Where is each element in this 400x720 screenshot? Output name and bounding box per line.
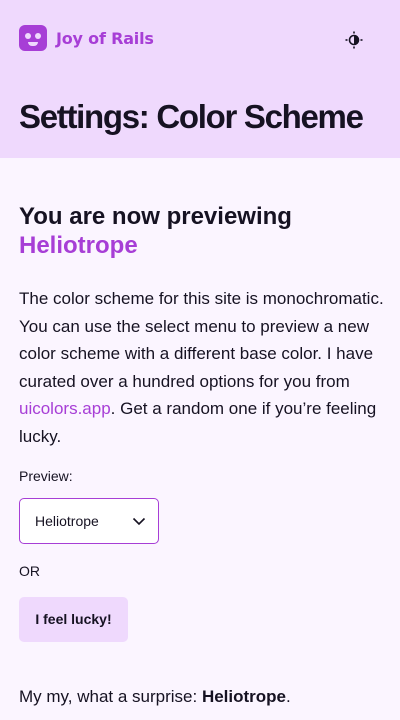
select-value: Heliotrope: [35, 513, 99, 529]
surprise-prefix: My my, what a surprise:: [19, 687, 202, 706]
logo-icon: [19, 25, 47, 51]
surprise-suffix: .: [286, 687, 291, 706]
or-label: OR: [19, 563, 40, 579]
preview-label: Preview:: [19, 468, 73, 484]
contrast-icon[interactable]: [345, 31, 363, 49]
lucky-button[interactable]: I feel lucky!: [19, 597, 128, 642]
uicolors-link[interactable]: uicolors.app: [19, 399, 111, 418]
preview-scheme-name: Heliotrope: [19, 232, 138, 259]
preview-heading: You are now previewing Heliotrope: [19, 202, 385, 260]
chevron-down-icon: [132, 517, 146, 526]
brand-link[interactable]: Joy of Rails: [19, 25, 154, 51]
site-header: Joy of Rails Settings: Color Scheme: [0, 0, 400, 158]
color-scheme-select[interactable]: Heliotrope: [19, 498, 159, 544]
intro-text-before: The color scheme for this site is monoch…: [19, 289, 384, 391]
surprise-scheme-name: Heliotrope: [201, 687, 287, 706]
brand-name: Joy of Rails: [56, 28, 154, 48]
page-title: Settings: Color Scheme: [19, 98, 364, 135]
surprise-text: My my, what a surprise: Heliotrope.: [19, 687, 385, 707]
intro-paragraph: The color scheme for this site is monoch…: [19, 285, 385, 450]
main-content: You are now previewing Heliotrope The co…: [19, 202, 385, 707]
preview-heading-prefix: You are now previewing: [19, 203, 292, 230]
